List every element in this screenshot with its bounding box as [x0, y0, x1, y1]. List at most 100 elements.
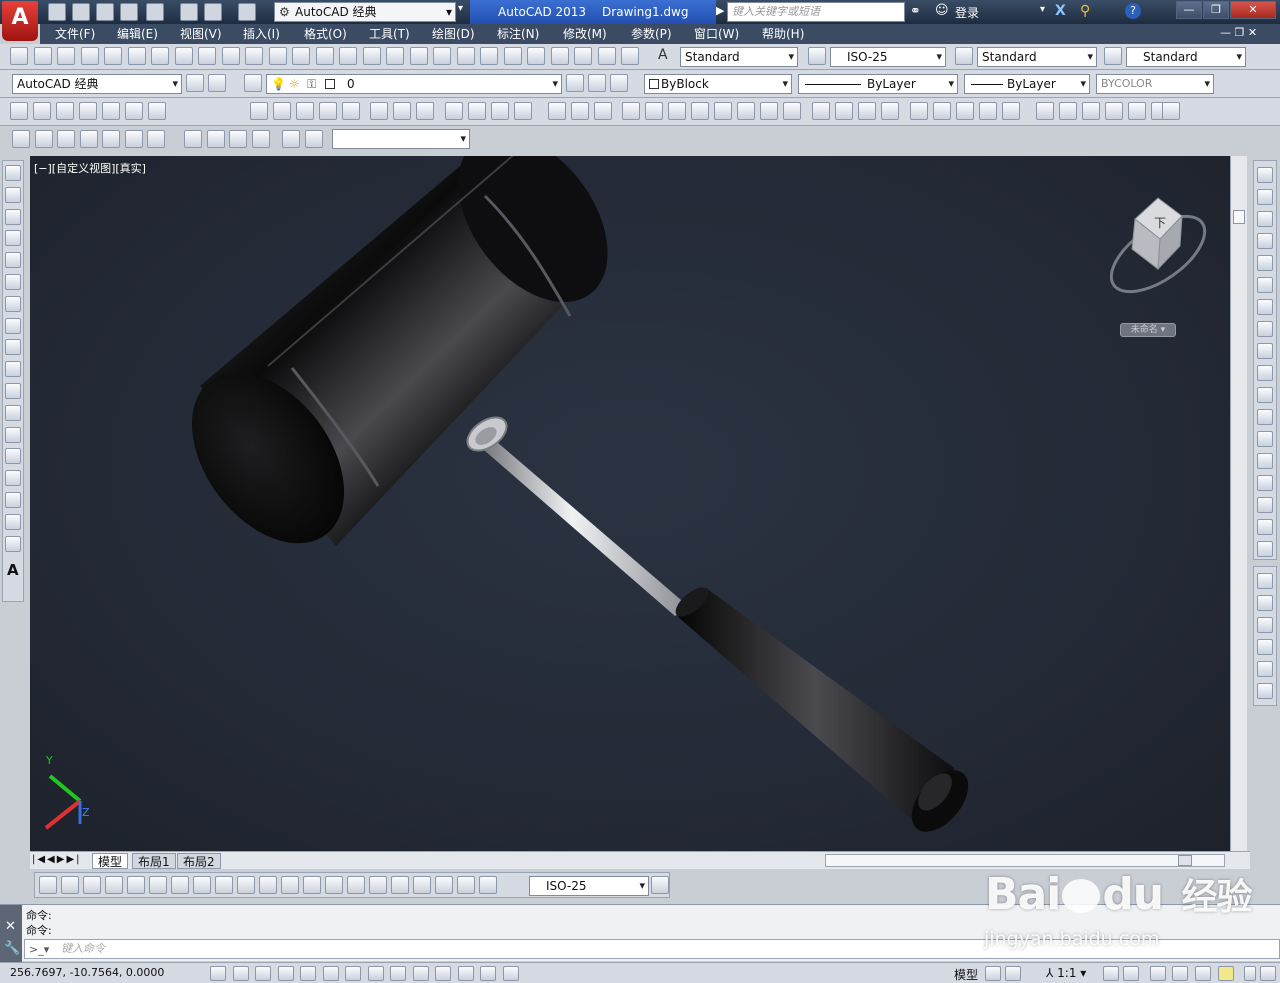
modify-tool-icon[interactable]	[1257, 167, 1273, 183]
visual-style-icon[interactable]	[1059, 102, 1077, 120]
modify-tool-icon[interactable]	[1257, 519, 1273, 535]
binoculars-icon[interactable]: ⚭	[910, 4, 921, 19]
standard-tool-icon[interactable]	[174, 47, 193, 65]
plotstyle-select[interactable]: BYCOLOR	[1096, 74, 1214, 94]
boolean-op-icon[interactable]	[370, 102, 388, 120]
view-preset-icon[interactable]	[34, 130, 53, 148]
open-file-icon[interactable]	[72, 3, 90, 21]
visual-style-icon[interactable]	[1036, 102, 1054, 120]
drafting-setting-icon[interactable]	[390, 966, 406, 981]
standard-tool-icon[interactable]	[480, 47, 498, 65]
help-icon[interactable]: ?	[1125, 3, 1141, 19]
draw-tool-icon[interactable]	[5, 426, 21, 443]
color-select[interactable]: ByBlock	[644, 74, 792, 94]
workspace-select[interactable]: ⚙ AutoCAD 经典 ▾	[274, 2, 456, 22]
modeling-icon[interactable]	[933, 102, 951, 120]
dimension-tool-icon[interactable]	[83, 876, 101, 894]
make-current-layer-icon[interactable]	[566, 74, 584, 92]
visual-style-icon[interactable]	[1082, 102, 1100, 120]
solid-edit-icon[interactable]	[622, 102, 640, 120]
dimension-tool-icon[interactable]	[105, 876, 123, 894]
drafting-setting-icon[interactable]	[322, 966, 339, 981]
plot-preview-icon[interactable]	[146, 3, 164, 21]
restore-button[interactable]: ❐	[1203, 1, 1229, 19]
draw-order-icon[interactable]	[1257, 573, 1273, 589]
qa-customize-icon[interactable]: ▾	[458, 3, 468, 21]
draw-tool-icon[interactable]	[5, 383, 21, 399]
dimension-tool-icon[interactable]	[39, 876, 57, 894]
layer-properties-icon[interactable]	[244, 74, 262, 92]
solid-primitive-icon[interactable]	[56, 102, 74, 120]
layer-state-icon[interactable]	[610, 74, 628, 92]
menu-file[interactable]: 文件(F)	[55, 24, 95, 44]
solid-edit-icon[interactable]	[668, 102, 686, 120]
draw-tool-icon[interactable]	[5, 404, 21, 421]
drafting-setting-icon[interactable]	[367, 966, 384, 981]
modeling-icon[interactable]	[956, 102, 974, 120]
solid-editing-icon[interactable]	[319, 102, 337, 120]
named-view-icon[interactable]	[282, 130, 300, 148]
draw-order-icon[interactable]	[1257, 683, 1273, 699]
workspace-settings-icon[interactable]	[186, 74, 204, 92]
draw-tool-icon[interactable]	[5, 295, 21, 312]
visual-style-icon[interactable]	[1105, 102, 1123, 120]
modify-tool-icon[interactable]	[1257, 497, 1273, 513]
orbit-icon[interactable]	[491, 102, 509, 120]
modify-tool-icon[interactable]	[1257, 299, 1273, 315]
view-preset-icon[interactable]	[102, 130, 120, 148]
tab-navigation-arrows[interactable]: |◀◀▶▶|	[32, 854, 82, 865]
menu-edit[interactable]: 编辑(E)	[117, 24, 158, 44]
standard-tool-icon[interactable]	[10, 47, 28, 65]
new-file-icon[interactable]	[48, 3, 66, 21]
dimension-tool-icon[interactable]	[435, 876, 453, 894]
dimension-tool-icon[interactable]	[193, 876, 211, 894]
solid-edit-icon[interactable]	[645, 102, 663, 120]
standard-tool-icon[interactable]	[33, 47, 52, 65]
standard-tool-icon[interactable]	[503, 47, 522, 65]
standard-tool-icon[interactable]	[245, 47, 263, 65]
table-style-icon[interactable]	[955, 47, 973, 65]
login-button[interactable]: 登录	[955, 4, 979, 21]
modify-tool-icon[interactable]	[1257, 387, 1273, 403]
menu-tools[interactable]: 工具(T)	[369, 24, 410, 44]
tab-model[interactable]: 模型	[92, 853, 129, 869]
dimension-tool-icon[interactable]	[171, 876, 189, 894]
standard-tool-icon[interactable]	[104, 47, 122, 65]
dimension-tool-icon[interactable]	[215, 876, 233, 894]
hardware-acceleration-icon[interactable]	[1195, 966, 1211, 981]
isometric-view-icon[interactable]	[229, 130, 247, 148]
render-icon[interactable]	[1162, 102, 1180, 120]
viewcube[interactable]: 下	[1109, 194, 1220, 304]
close-button[interactable]: ✕	[1230, 1, 1276, 19]
standard-tool-icon[interactable]	[527, 47, 545, 65]
dimension-tool-icon[interactable]	[61, 876, 79, 894]
save-icon[interactable]	[96, 3, 114, 21]
solid-edit-icon[interactable]	[783, 102, 801, 120]
minimize-button[interactable]: —	[1176, 1, 1202, 19]
dimension-tool-icon[interactable]	[259, 876, 277, 894]
isometric-view-icon[interactable]	[184, 130, 202, 148]
section-icon[interactable]	[881, 102, 899, 120]
draw-tool-icon[interactable]	[5, 165, 21, 181]
standard-tool-icon[interactable]	[456, 47, 475, 65]
menu-draw[interactable]: 绘图(D)	[432, 24, 475, 44]
standard-tool-icon[interactable]	[386, 47, 404, 65]
tab-layout1[interactable]: 布局1	[132, 853, 176, 869]
redo-icon[interactable]	[238, 3, 256, 21]
standard-tool-icon[interactable]	[339, 47, 357, 65]
draw-order-icon[interactable]	[1257, 595, 1273, 611]
named-view-icon[interactable]	[304, 130, 323, 148]
dim-toolbar-style-select[interactable]: ISO-25	[529, 876, 649, 896]
view-preset-icon[interactable]	[12, 130, 30, 148]
drafting-setting-icon[interactable]	[502, 966, 519, 981]
draw-order-icon[interactable]	[1257, 617, 1273, 633]
drafting-setting-icon[interactable]	[412, 966, 429, 981]
standard-tool-icon[interactable]	[221, 47, 240, 65]
menu-window[interactable]: 窗口(W)	[694, 24, 739, 44]
solid-primitive-icon[interactable]	[102, 102, 120, 120]
dimension-tool-icon[interactable]	[369, 876, 387, 894]
drafting-setting-icon[interactable]	[480, 966, 496, 981]
dimension-tool-icon[interactable]	[149, 876, 167, 894]
scrollbar-thumb[interactable]	[1233, 210, 1245, 224]
exchange-icon[interactable]: X	[1055, 3, 1066, 19]
